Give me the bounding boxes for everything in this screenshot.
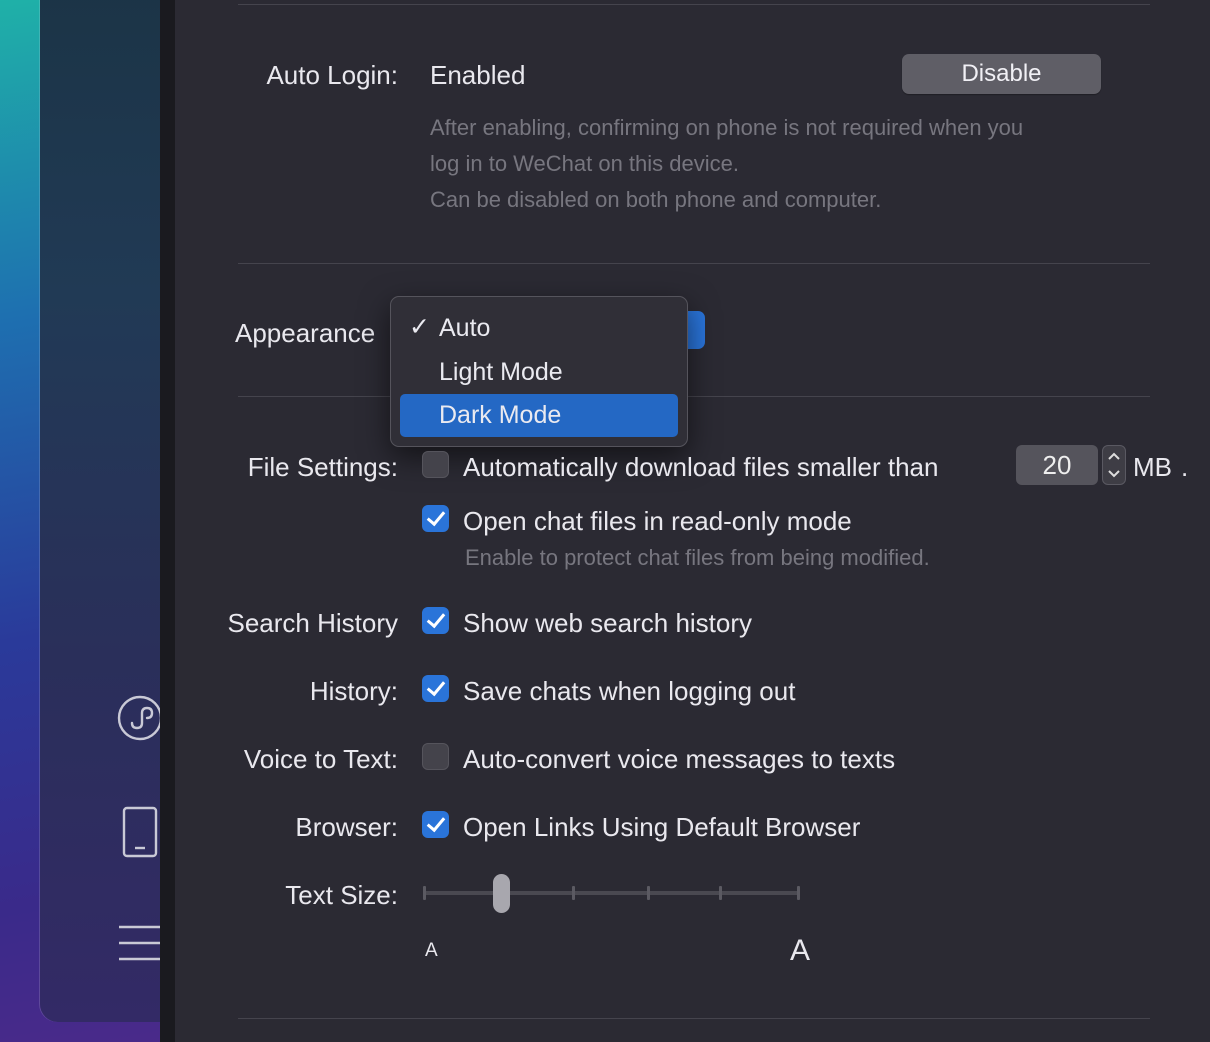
auto-download-checkbox[interactable] [422, 451, 449, 478]
history-text: Save chats when logging out [463, 676, 796, 706]
text-size-slider-knob[interactable] [493, 874, 510, 913]
search-history-text: Show web search history [463, 608, 753, 638]
auto-login-status: Enabled [430, 60, 526, 90]
file-size-stepper[interactable] [1102, 445, 1126, 485]
voice-to-text-label: Voice to Text: [243, 744, 398, 774]
voice-to-text-checkbox[interactable] [422, 743, 449, 770]
browser-label: Browser: [295, 812, 398, 842]
divider [238, 263, 1150, 264]
auto-login-hint-2: log in to WeChat on this device. [430, 151, 739, 176]
file-size-unit: MB [1133, 452, 1172, 482]
search-history-checkbox[interactable] [422, 607, 449, 634]
history-label: History: [309, 676, 398, 706]
menu-item-dark-mode-highlight[interactable]: Dark Mode [400, 394, 678, 437]
read-only-text: Open chat files in read-only mode [463, 506, 852, 536]
slider-tick [719, 886, 722, 900]
chevron-up-icon[interactable] [1107, 451, 1121, 461]
search-history-label: Search History [227, 608, 399, 638]
slider-tick [797, 886, 800, 900]
file-size-input[interactable]: 20 [1016, 445, 1098, 485]
divider [238, 396, 1150, 397]
miniprogram-icon[interactable] [117, 695, 163, 741]
checkmark-icon: ✓ [409, 313, 430, 341]
menu-icon[interactable] [117, 923, 163, 969]
text-size-slider-track[interactable] [424, 891, 799, 895]
slider-tick [647, 886, 650, 900]
divider [238, 4, 1150, 5]
read-only-hint: Enable to protect chat files from being … [465, 545, 930, 570]
sidebar-divider [160, 0, 175, 1042]
menu-item-light-mode[interactable]: Light Mode [439, 358, 563, 387]
menu-item-dark-mode[interactable]: Dark Mode [439, 401, 561, 430]
auto-login-label: Auto Login: [266, 60, 398, 90]
auto-download-text: Automatically download files smaller tha… [463, 452, 939, 482]
browser-text: Open Links Using Default Browser [463, 812, 861, 842]
voice-to-text-text: Auto-convert voice messages to texts [463, 744, 896, 774]
phone-icon[interactable] [117, 806, 163, 858]
appearance-menu: ✓ Auto Light Mode Dark Mode [390, 296, 688, 447]
wechat-sidebar [40, 0, 175, 1022]
menu-item-auto[interactable]: Auto [439, 314, 490, 343]
auto-login-hint-1: After enabling, confirming on phone is n… [430, 115, 1024, 140]
text-size-small-a: A [425, 940, 438, 961]
text-size-label: Text Size: [285, 880, 398, 910]
read-only-checkbox[interactable] [422, 505, 449, 532]
text-size-large-a: A [790, 934, 811, 967]
disable-button[interactable]: Disable [902, 54, 1101, 94]
file-settings-label: File Settings: [247, 452, 398, 482]
history-checkbox[interactable] [422, 675, 449, 702]
chevron-down-icon[interactable] [1107, 469, 1121, 479]
auto-login-hint-3: Can be disabled on both phone and comput… [430, 187, 882, 212]
slider-tick [572, 886, 575, 900]
browser-checkbox[interactable] [422, 811, 449, 838]
slider-tick [423, 886, 426, 900]
appearance-label: Appearance [235, 318, 376, 348]
divider [238, 1018, 1150, 1019]
file-size-period: . [1181, 452, 1189, 482]
